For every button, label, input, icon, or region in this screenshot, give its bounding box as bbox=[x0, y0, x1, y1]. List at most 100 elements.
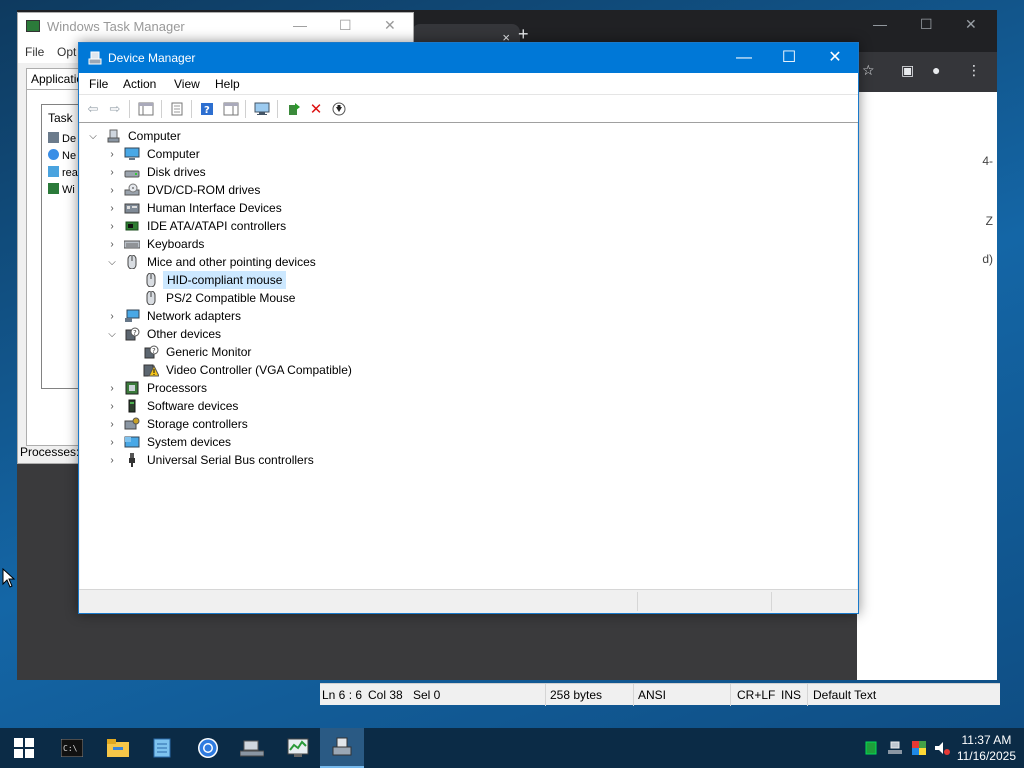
scan-hardware-icon[interactable] bbox=[252, 100, 272, 118]
maximize-icon[interactable]: ☐ bbox=[766, 43, 812, 73]
svg-text:C:\: C:\ bbox=[63, 744, 78, 753]
bookmark-star-icon[interactable]: ☆ bbox=[862, 62, 875, 79]
notepad-icon[interactable] bbox=[140, 728, 184, 768]
device-manager-icon[interactable] bbox=[320, 728, 364, 768]
computer-root-icon bbox=[107, 129, 120, 143]
network-share-icon[interactable] bbox=[230, 728, 274, 768]
list-item[interactable]: rea bbox=[48, 166, 78, 179]
close-icon[interactable]: ✕ bbox=[384, 17, 396, 34]
tree-item-ide-controllers[interactable]: › IDE ATA/ATAPI controllers bbox=[105, 217, 289, 235]
page-text-fragment: 4- bbox=[982, 154, 993, 168]
disable-device-icon[interactable] bbox=[329, 100, 349, 118]
status-style: Default Text bbox=[813, 688, 877, 702]
menu-file[interactable]: File bbox=[25, 45, 44, 59]
menu-kebab-icon[interactable]: ⋮ bbox=[967, 62, 981, 79]
mouse-icon bbox=[127, 255, 137, 269]
tree-item-computer[interactable]: › Computer bbox=[105, 145, 203, 163]
task-column-header[interactable]: Task bbox=[48, 111, 73, 125]
close-icon[interactable]: ✕ bbox=[965, 16, 977, 33]
chevron-right-icon[interactable]: › bbox=[105, 203, 119, 214]
tree-item-software-devices[interactable]: › Software devices bbox=[105, 397, 241, 415]
maximize-icon[interactable]: ☐ bbox=[920, 16, 933, 33]
minimize-icon[interactable]: — bbox=[721, 43, 767, 73]
tree-root-computer[interactable]: ⌵ Computer bbox=[86, 127, 184, 145]
menu-help[interactable]: Help bbox=[215, 77, 240, 91]
tree-label: Generic Monitor bbox=[166, 345, 252, 359]
tree-item-keyboards[interactable]: › Keyboards bbox=[105, 235, 207, 253]
tree-label: Disk drives bbox=[147, 165, 206, 179]
list-item[interactable]: De bbox=[48, 132, 76, 145]
chevron-right-icon[interactable]: › bbox=[105, 167, 119, 178]
color-settings-tray-icon[interactable] bbox=[911, 740, 927, 756]
tree-item-hid[interactable]: › Human Interface Devices bbox=[105, 199, 285, 217]
tree-item-processors[interactable]: › Processors bbox=[105, 379, 210, 397]
chevron-right-icon[interactable]: › bbox=[105, 185, 119, 196]
tree-item-dvd-drives[interactable]: › DVD/CD-ROM drives bbox=[105, 181, 263, 199]
tree-label: System devices bbox=[147, 435, 232, 449]
help-icon[interactable]: ? bbox=[197, 100, 217, 118]
show-hide-console-tree-icon[interactable] bbox=[136, 100, 156, 118]
processes-label: Processes: bbox=[20, 445, 80, 459]
chevron-right-icon[interactable]: › bbox=[105, 437, 119, 448]
list-item[interactable]: Wi bbox=[48, 183, 75, 196]
tree-item-disk-drives[interactable]: › Disk drives bbox=[105, 163, 209, 181]
side-panel-icon[interactable]: ▣ bbox=[901, 62, 914, 79]
update-driver-icon[interactable] bbox=[284, 100, 304, 118]
notepad-status-bar: Ln 6 : 6 Col 38 Sel 0 258 bytes ANSI CR+… bbox=[320, 683, 1000, 706]
cmd-icon[interactable]: C:\ bbox=[50, 728, 94, 768]
chevron-down-icon[interactable]: ⌵ bbox=[105, 329, 119, 340]
tree-item-system-devices[interactable]: › System devices bbox=[105, 433, 234, 451]
minimize-icon[interactable]: — bbox=[293, 17, 307, 33]
properties-icon[interactable] bbox=[167, 100, 187, 118]
tree-item-hid-compliant-mouse[interactable]: HID-compliant mouse bbox=[138, 271, 287, 289]
chevron-right-icon[interactable]: › bbox=[105, 311, 119, 322]
device-tree[interactable]: ⌵ Computer › Computer › Disk drives › DV… bbox=[80, 123, 857, 589]
network-tray-icon[interactable] bbox=[887, 740, 903, 756]
chevron-right-icon[interactable]: › bbox=[105, 149, 119, 160]
close-icon[interactable]: ✕ bbox=[812, 43, 858, 73]
chevron-right-icon[interactable]: › bbox=[105, 419, 119, 430]
chevron-right-icon[interactable]: › bbox=[105, 239, 119, 250]
tree-item-generic-monitor[interactable]: ? Generic Monitor bbox=[138, 343, 254, 361]
chevron-down-icon[interactable]: ⌵ bbox=[86, 131, 100, 142]
tree-item-storage-controllers[interactable]: › Storage controllers bbox=[105, 415, 251, 433]
file-explorer-icon[interactable] bbox=[96, 728, 140, 768]
start-icon[interactable] bbox=[2, 728, 46, 768]
security-tray-icon[interactable] bbox=[863, 740, 879, 756]
chevron-right-icon[interactable]: › bbox=[105, 401, 119, 412]
volume-muted-icon[interactable] bbox=[934, 740, 950, 756]
clock[interactable]: 11:37 AM 11/16/2025 bbox=[957, 732, 1016, 764]
device-manager-titlebar[interactable]: Device Manager — ☐ ✕ bbox=[79, 43, 858, 73]
maximize-icon[interactable]: ☐ bbox=[339, 17, 352, 34]
chevron-right-icon[interactable]: › bbox=[105, 455, 119, 466]
list-item-label: Wi bbox=[62, 184, 75, 196]
tree-label: IDE ATA/ATAPI controllers bbox=[147, 219, 287, 233]
chevron-down-icon[interactable]: ⌵ bbox=[105, 257, 119, 268]
menu-options[interactable]: Opt bbox=[57, 45, 76, 59]
task-manager-titlebar[interactable]: Windows Task Manager — ☐ ✕ bbox=[18, 13, 413, 41]
menu-view[interactable]: View bbox=[174, 77, 200, 91]
tree-item-ps2-mouse[interactable]: PS/2 Compatible Mouse bbox=[138, 289, 298, 307]
unknown-device-icon: ? bbox=[125, 327, 140, 341]
tree-label: Universal Serial Bus controllers bbox=[147, 453, 314, 467]
minimize-icon[interactable]: — bbox=[873, 16, 887, 32]
tree-item-mice[interactable]: ⌵ Mice and other pointing devices bbox=[105, 253, 319, 271]
chrome-icon[interactable] bbox=[186, 728, 230, 768]
profile-icon[interactable]: ● bbox=[932, 62, 940, 78]
list-item[interactable]: Ne bbox=[48, 149, 76, 162]
menu-action[interactable]: Action bbox=[123, 77, 156, 91]
action-pane-icon[interactable] bbox=[221, 100, 241, 118]
chevron-right-icon[interactable]: › bbox=[105, 383, 119, 394]
mouse-cursor-icon bbox=[2, 568, 16, 588]
menu-file[interactable]: File bbox=[89, 77, 108, 91]
status-bar bbox=[79, 589, 858, 613]
tree-item-usb-controllers[interactable]: › Universal Serial Bus controllers bbox=[105, 451, 317, 469]
task-manager-icon[interactable] bbox=[276, 728, 320, 768]
uninstall-device-icon[interactable]: ✕ bbox=[306, 100, 326, 118]
forward-arrow-icon[interactable]: ⇨ bbox=[105, 100, 125, 118]
tree-item-other-devices[interactable]: ⌵ ? Other devices bbox=[105, 325, 224, 343]
back-arrow-icon[interactable]: ⇦ bbox=[83, 100, 103, 118]
tree-item-network-adapters[interactable]: › Network adapters bbox=[105, 307, 244, 325]
tree-item-video-controller[interactable]: Video Controller (VGA Compatible) bbox=[138, 361, 355, 379]
chevron-right-icon[interactable]: › bbox=[105, 221, 119, 232]
